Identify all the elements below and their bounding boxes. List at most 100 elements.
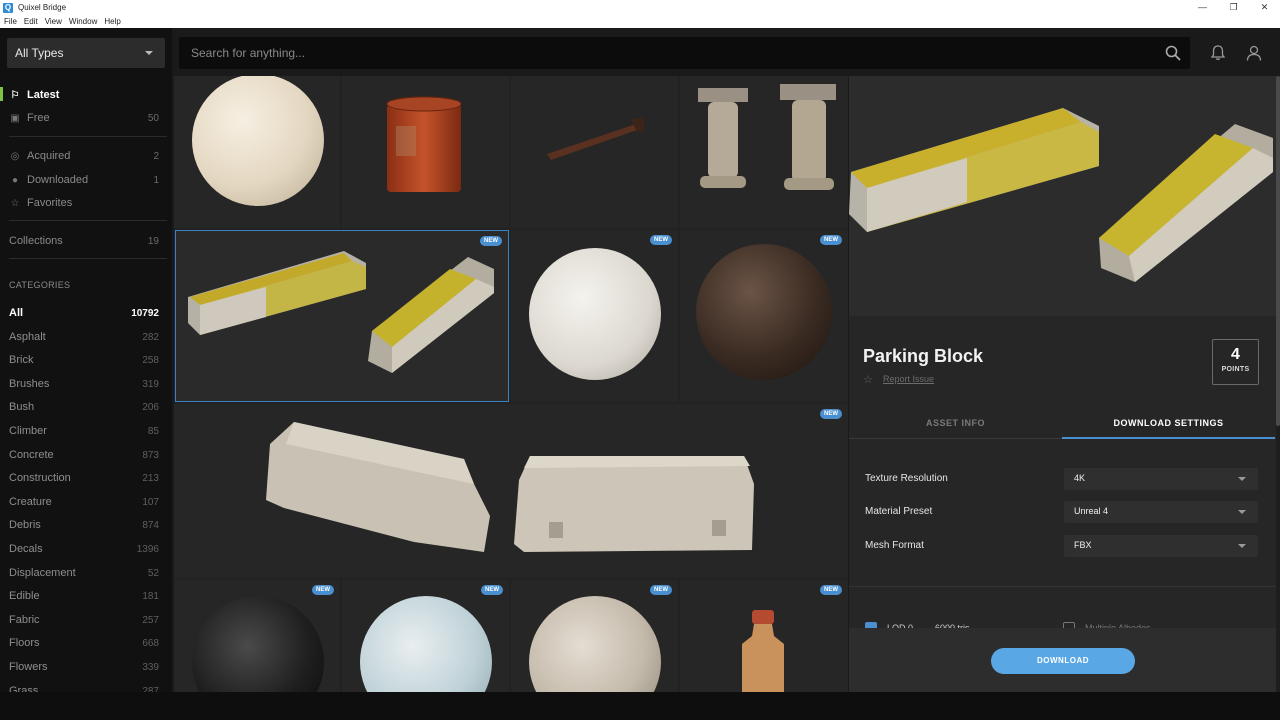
menu-file[interactable]: File bbox=[4, 17, 17, 26]
asset-tile[interactable]: NEW bbox=[511, 230, 678, 402]
sidebar-item-collections[interactable]: Collections 19 bbox=[9, 232, 159, 250]
asset-tile[interactable]: NEW bbox=[680, 230, 848, 402]
sidebar-item-label: Acquired bbox=[27, 150, 71, 162]
divider bbox=[9, 220, 167, 221]
asset-tile[interactable] bbox=[342, 76, 509, 228]
category-item[interactable]: Grass 287 bbox=[9, 685, 159, 692]
asset-tile[interactable] bbox=[680, 76, 848, 228]
category-count: 874 bbox=[142, 520, 159, 532]
asset-detail-panel: Parking Block ☆ Report Issue 4 POINTS AS… bbox=[849, 76, 1276, 692]
parking-block-preview bbox=[188, 251, 494, 373]
category-item[interactable]: Brushes 319 bbox=[9, 378, 159, 394]
category-item[interactable]: Brick 258 bbox=[9, 354, 159, 370]
menu-window[interactable]: Window bbox=[69, 17, 97, 26]
categories-heading: CATEGORIES bbox=[9, 280, 71, 290]
category-count: 873 bbox=[142, 449, 159, 461]
category-item[interactable]: Climber 85 bbox=[9, 425, 159, 441]
material-preset-dropdown[interactable]: Unreal 4 bbox=[1064, 501, 1258, 523]
texture-resolution-dropdown[interactable]: 4K bbox=[1064, 468, 1258, 490]
asset-tile[interactable] bbox=[511, 76, 678, 228]
category-item[interactable]: Flowers 339 bbox=[9, 661, 159, 677]
sidebar-item-acquired[interactable]: ◎ Acquired 2 bbox=[9, 147, 159, 165]
menu-help[interactable]: Help bbox=[104, 17, 120, 26]
category-label: Edible bbox=[9, 590, 40, 603]
app-logo-icon: Q bbox=[3, 2, 13, 13]
maximize-button[interactable]: ❐ bbox=[1218, 0, 1249, 15]
category-label: Fabric bbox=[9, 613, 40, 626]
sidebar-item-favorites[interactable]: ☆ Favorites bbox=[9, 194, 159, 212]
category-item[interactable]: Fabric 257 bbox=[9, 614, 159, 630]
sidebar-item-label: Downloaded bbox=[27, 174, 89, 186]
scrollbar[interactable] bbox=[1276, 76, 1280, 692]
sidebar-item-free[interactable]: ▣ Free 50 bbox=[9, 109, 159, 127]
scrollbar-thumb[interactable] bbox=[1276, 76, 1280, 426]
chevron-down-icon bbox=[1238, 544, 1246, 548]
menu-edit[interactable]: Edit bbox=[24, 17, 38, 26]
asset-tile[interactable]: NEW bbox=[342, 580, 509, 692]
rusty-can-preview bbox=[386, 96, 462, 192]
points-label: POINTS bbox=[1221, 366, 1250, 373]
category-label: Flowers bbox=[9, 661, 48, 673]
category-item[interactable]: All 10792 bbox=[9, 307, 159, 323]
asset-tile[interactable]: NEW bbox=[174, 580, 340, 692]
minimize-button[interactable]: — bbox=[1187, 0, 1218, 15]
category-label: Creature bbox=[9, 495, 52, 508]
download-button[interactable]: DOWNLOAD bbox=[991, 648, 1135, 674]
category-item[interactable]: Creature 107 bbox=[9, 496, 159, 512]
sidebar-item-downloaded[interactable]: ● Downloaded 1 bbox=[9, 171, 159, 189]
category-count: 1396 bbox=[136, 544, 159, 555]
mesh-format-dropdown[interactable]: FBX bbox=[1064, 535, 1258, 557]
dropdown-value: 4K bbox=[1074, 473, 1086, 483]
menu-view[interactable]: View bbox=[45, 17, 62, 26]
sidebar-item-latest[interactable]: ⚐ Latest bbox=[9, 86, 159, 104]
category-item[interactable]: Floors 668 bbox=[9, 637, 159, 653]
asset-type-dropdown[interactable]: All Types bbox=[7, 38, 165, 68]
category-item[interactable]: Edible 181 bbox=[9, 590, 159, 606]
category-item[interactable]: Asphalt 282 bbox=[9, 331, 159, 347]
search-icon[interactable] bbox=[1164, 44, 1182, 62]
close-button[interactable]: ✕ bbox=[1249, 0, 1280, 15]
bottom-strip bbox=[0, 692, 1280, 720]
asset-tile-selected[interactable]: NEW bbox=[175, 230, 509, 402]
dropdown-value: FBX bbox=[1074, 540, 1092, 550]
asset-tile[interactable]: NEW bbox=[174, 404, 848, 578]
tab-download-settings[interactable]: DOWNLOAD SETTINGS bbox=[1062, 409, 1275, 439]
category-label: Decals bbox=[9, 543, 43, 555]
search-input[interactable] bbox=[191, 37, 1141, 69]
tab-asset-info[interactable]: ASSET INFO bbox=[849, 409, 1062, 439]
category-label: Construction bbox=[9, 472, 71, 485]
category-count: 206 bbox=[142, 402, 159, 414]
sidebar-item-count: 50 bbox=[147, 112, 159, 124]
category-count: 213 bbox=[142, 473, 159, 485]
user-icon[interactable] bbox=[1245, 44, 1263, 62]
sidebar-item-count: 1 bbox=[153, 174, 159, 186]
category-item[interactable]: Construction 213 bbox=[9, 472, 159, 488]
divider bbox=[849, 586, 1276, 587]
chevron-down-icon bbox=[1238, 477, 1246, 481]
category-item[interactable]: Debris 874 bbox=[9, 519, 159, 535]
category-item[interactable]: Bush 206 bbox=[9, 401, 159, 417]
active-indicator bbox=[0, 87, 3, 101]
category-item[interactable]: Concrete 873 bbox=[9, 449, 159, 465]
category-count: 668 bbox=[142, 638, 159, 650]
new-badge: NEW bbox=[820, 585, 842, 595]
divider bbox=[9, 258, 167, 259]
gift-icon: ▣ bbox=[10, 112, 20, 124]
favorite-star-icon[interactable]: ☆ bbox=[863, 373, 873, 386]
report-issue-link[interactable]: Report Issue bbox=[883, 374, 934, 384]
detail-tabs: ASSET INFO DOWNLOAD SETTINGS bbox=[849, 409, 1276, 439]
category-label: Floors bbox=[9, 637, 40, 650]
asset-tile[interactable]: NEW bbox=[511, 580, 678, 692]
star-icon: ☆ bbox=[10, 197, 20, 209]
divider bbox=[9, 136, 167, 137]
category-label: Concrete bbox=[9, 448, 54, 461]
category-item[interactable]: Decals 1396 bbox=[9, 543, 159, 559]
asset-tile[interactable] bbox=[174, 76, 340, 228]
category-item[interactable]: Displacement 52 bbox=[9, 567, 159, 583]
bookmark-icon: ⚐ bbox=[10, 89, 20, 101]
asset-tile[interactable]: NEW bbox=[680, 580, 848, 692]
asset-type-value: All Types bbox=[15, 46, 64, 60]
bell-icon[interactable] bbox=[1209, 44, 1227, 62]
bottle-preview bbox=[742, 610, 784, 692]
category-label: All bbox=[9, 307, 24, 319]
